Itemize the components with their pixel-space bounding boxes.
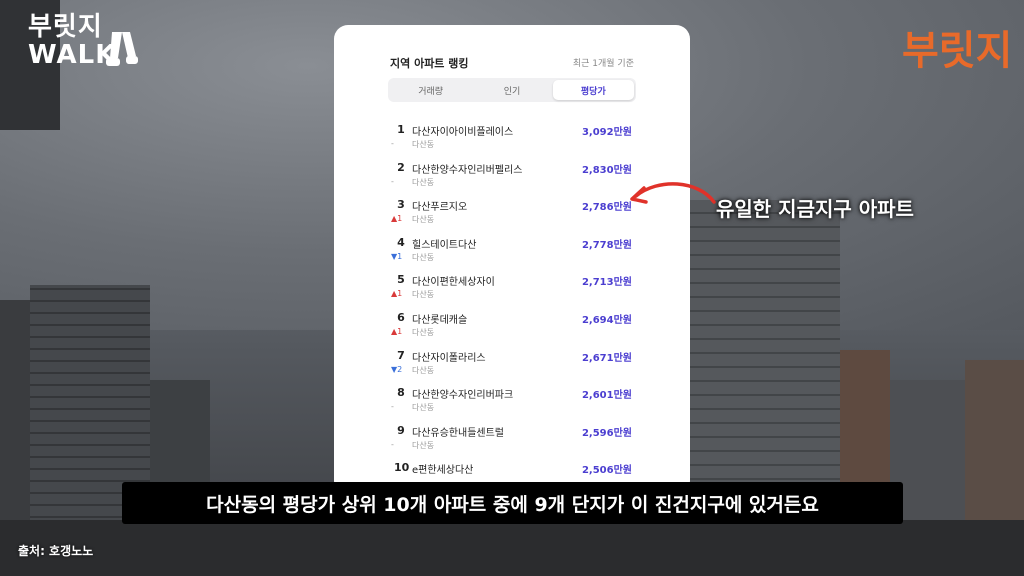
price-per-pyeong: 2,601만원 xyxy=(581,390,632,402)
card-header: 지역 아파트 랭킹 최근 1개월 기준 xyxy=(390,55,634,73)
apartment-name: 힐스테이트다산 xyxy=(412,239,477,251)
price-per-pyeong: 3,092만원 xyxy=(581,127,632,138)
price-per-pyeong: 2,506만원 xyxy=(581,465,632,477)
rank-change: - xyxy=(391,139,394,148)
rank-change: - xyxy=(391,439,394,449)
rank-number: 7 xyxy=(397,348,405,362)
card-title: 지역 아파트 랭킹 xyxy=(390,57,469,70)
price-per-pyeong: 2,596만원 xyxy=(581,427,632,439)
tab-popular[interactable]: 인기 xyxy=(471,80,552,100)
district-name: 다산동 xyxy=(412,327,435,337)
apartment-name: 다산한양수자인리버펠리스 xyxy=(412,164,523,176)
rank-number: 9 xyxy=(397,423,405,437)
table-row[interactable]: 5 다산이편한세상자이 ▲1 다산동 2,713만원 xyxy=(390,271,634,309)
rank-number: 3 xyxy=(397,198,405,212)
rank-change: - xyxy=(391,402,394,412)
table-row[interactable]: 8 다산한양수자인리버파크 - 다산동 2,601만원 xyxy=(390,384,634,422)
district-name: 다산동 xyxy=(412,177,435,187)
table-row[interactable]: 6 다산롯데캐슬 ▲1 다산동 2,694만원 xyxy=(390,309,634,347)
price-per-pyeong: 2,778만원 xyxy=(581,239,632,251)
table-row[interactable]: 1 다산자이아이비플레이스 - 다산동 3,092만원 xyxy=(390,121,634,159)
rank-change: ▲1 xyxy=(391,289,403,299)
table-row[interactable]: 4 힐스테이트다산 ▼1 다산동 2,778만원 xyxy=(390,234,634,272)
caption-subtitle: 다산동의 평당가 상위 10개 아파트 중에 9개 단지가 이 진건지구에 있거… xyxy=(122,482,903,524)
rank-change: ▼1 xyxy=(391,251,403,261)
apartment-name: 다산유승한내들센트럴 xyxy=(412,427,504,439)
price-per-pyeong: 2,671만원 xyxy=(581,352,632,364)
district-name: 다산동 xyxy=(412,215,435,225)
apartment-name: 다산푸르지오 xyxy=(412,202,468,214)
annotation-label: 유일한 지금지구 아파트 xyxy=(716,197,914,221)
tab-volume[interactable]: 거래량 xyxy=(390,80,471,100)
red-arrow-icon xyxy=(630,182,716,204)
rank-change: ▼2 xyxy=(391,364,403,374)
price-per-pyeong: 2,694만원 xyxy=(581,314,632,326)
apartment-name: e편한세상다산 xyxy=(412,465,474,477)
apartment-name: 다산한양수자인리버파크 xyxy=(412,390,514,402)
rank-number: 5 xyxy=(397,273,405,287)
brand-logo: 부릿지 xyxy=(902,28,1013,74)
rank-change: - xyxy=(391,176,394,186)
rank-number: 4 xyxy=(397,235,405,249)
ranking-card: 지역 아파트 랭킹 최근 1개월 기준 거래량 인기 평당가 1 다산자이아이비플… xyxy=(334,25,690,495)
rank-number: 10 xyxy=(394,461,410,475)
card-period: 최근 1개월 기준 xyxy=(572,59,634,69)
district-name: 다산동 xyxy=(412,365,435,375)
district-name: 다산동 xyxy=(412,252,435,262)
apartment-name: 다산롯데캐슬 xyxy=(412,314,468,326)
apartment-name: 다산이편한세상자이 xyxy=(412,277,495,289)
rank-number: 2 xyxy=(397,160,405,174)
ranking-list: 1 다산자이아이비플레이스 - 다산동 3,092만원 2 다산한양수자인리버펠리스 - 다산동… xyxy=(390,121,634,495)
table-row[interactable]: 3 다산푸르지오 ▲1 다산동 2,786만원 xyxy=(390,196,634,234)
rank-change: ▲1 xyxy=(391,326,403,336)
price-per-pyeong: 2,830만원 xyxy=(581,164,632,176)
district-name: 다산동 xyxy=(412,290,435,300)
rank-number: 8 xyxy=(397,386,405,400)
apartment-name: 다산자이아이비플레이스 xyxy=(412,127,514,138)
district-name: 다산동 xyxy=(412,403,435,413)
tab-price-per-pyeong[interactable]: 평당가 xyxy=(552,80,634,100)
table-row[interactable]: 2 다산한양수자인리버펠리스 - 다산동 2,830만원 xyxy=(390,159,634,197)
district-name: 다산동 xyxy=(412,140,435,149)
apartment-name: 다산자이폴라리스 xyxy=(412,352,486,364)
price-per-pyeong: 2,786만원 xyxy=(581,202,632,214)
rank-change: ▲1 xyxy=(391,214,403,224)
tab-bar: 거래량 인기 평당가 xyxy=(388,78,636,102)
walking-legs-icon xyxy=(106,32,138,66)
road xyxy=(0,520,1024,576)
district-name: 다산동 xyxy=(412,440,435,450)
price-per-pyeong: 2,713만원 xyxy=(581,277,632,289)
source-credit: 출처: 호갱노노 xyxy=(18,544,94,558)
rank-number: 6 xyxy=(397,310,405,324)
rank-number: 1 xyxy=(397,123,405,136)
table-row[interactable]: 9 다산유승한내들센트럴 - 다산동 2,596만원 xyxy=(390,422,634,460)
table-row[interactable]: 7 다산자이폴라리스 ▼2 다산동 2,671만원 xyxy=(390,347,634,385)
